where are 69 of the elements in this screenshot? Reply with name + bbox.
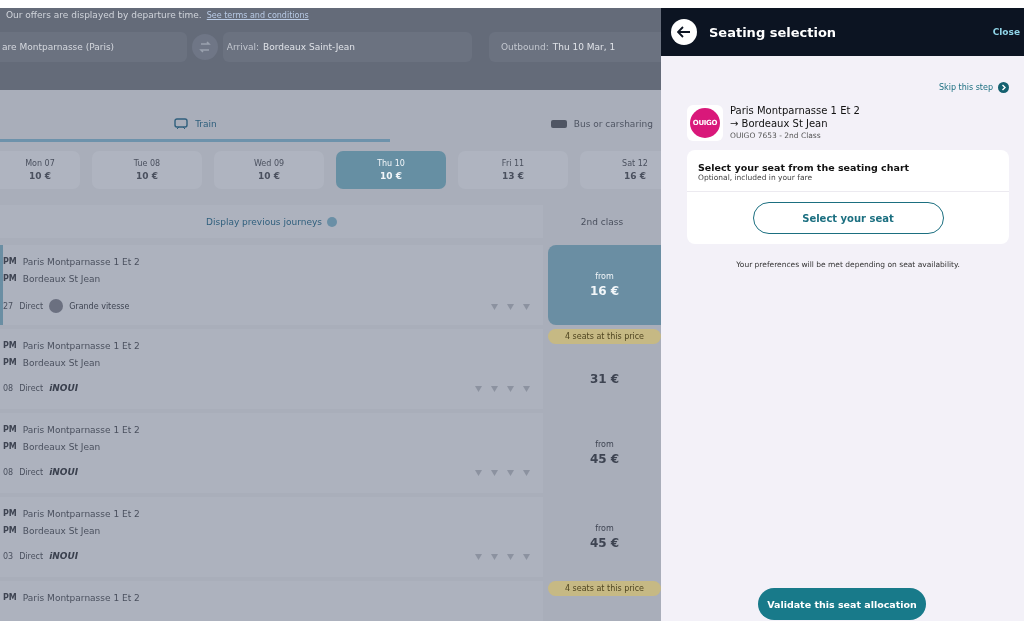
arrow-circle-icon[interactable] [998, 82, 1009, 93]
trip-destination: → Bordeaux St Jean [730, 118, 829, 129]
arrival-time: PM [3, 442, 17, 452]
date-card[interactable]: Tue 08 10 € [92, 151, 202, 189]
departure-time: PM [3, 425, 17, 435]
trip-origin: Paris Montparnasse 1 Et 2 [730, 105, 860, 116]
select-seat-button[interactable]: Select your seat [752, 202, 944, 234]
price-card[interactable]: from 45 € [548, 413, 661, 493]
class-header: 2nd class [579, 215, 625, 229]
seats-badge: 4 seats at this price [548, 329, 661, 344]
arrow-left-icon [677, 26, 691, 38]
arrival-station: Bordeaux St Jean [22, 358, 101, 368]
mode-tab[interactable]: Train [0, 109, 390, 142]
departure-station: Paris Montparnasse 1 Et 2 [22, 257, 140, 267]
duration-text: 08 [3, 383, 14, 393]
duration-text: 27 [3, 301, 14, 311]
direct-label: Direct [19, 301, 44, 311]
departure-time: PM [3, 593, 17, 603]
departure-time: PM [3, 509, 17, 519]
price-card[interactable]: 31 € [548, 348, 661, 409]
direct-label: Direct [19, 383, 44, 393]
journey-card[interactable]: PM Paris Montparnasse 1 Et 2 PM Bordeaux St Jean 27 Direct Grande vitesse [0, 245, 543, 325]
journey-card[interactable]: PM Paris Montparnasse 1 Et 2 PM Bordeaux St Jean 03 Direct iNOUI [0, 497, 543, 577]
date-card[interactable]: Fri 11 13 € [458, 151, 568, 189]
journey-card[interactable]: PM Paris Montparnasse 1 Et 2 [0, 581, 543, 621]
duration-text: 03 [3, 551, 14, 561]
departure-station: Paris Montparnasse 1 Et 2 [22, 509, 140, 519]
departure-station: Paris Montparnasse 1 Et 2 [22, 593, 140, 603]
departure-time: PM [3, 341, 17, 351]
terms-link[interactable]: See terms and conditions [206, 10, 309, 20]
price-card[interactable]: from 16 € [548, 245, 661, 325]
card-title: Select your seat from the seating chart [698, 162, 911, 173]
operator-icon [49, 299, 64, 313]
operator-logo: iNOUI [49, 383, 79, 393]
notice-text: Our offers are displayed by departure time. [6, 10, 202, 20]
arrival-station: Bordeaux St Jean [22, 274, 101, 284]
operator-logo: iNOUI [49, 551, 79, 561]
duration-text: 08 [3, 467, 14, 477]
train-icon [173, 118, 190, 130]
validate-button[interactable]: Validate this seat allocation [758, 588, 926, 620]
date-card[interactable]: Wed 09 10 € [214, 151, 324, 189]
journey-card[interactable]: PM Paris Montparnasse 1 Et 2 PM Bordeaux St Jean 08 Direct iNOUI [0, 329, 543, 409]
arrival-time: PM [3, 358, 17, 368]
departure-time: PM [3, 257, 17, 267]
date-card[interactable]: Sat 12 16 € [580, 151, 661, 189]
back-button[interactable] [671, 19, 697, 45]
previous-journeys-link[interactable]: Display previous journeys [0, 205, 543, 238]
operator-name: Grande vitesse [69, 301, 130, 311]
direct-label: Direct [19, 551, 44, 561]
date-card[interactable]: Mon 07 10 € [0, 151, 80, 189]
arrival-field[interactable]: Arrival: Bordeaux Saint-Jean [222, 32, 472, 62]
departure-station: Paris Montparnasse 1 Et 2 [22, 341, 140, 351]
journey-card[interactable]: PM Paris Montparnasse 1 Et 2 PM Bordeaux St Jean 08 Direct iNOUI [0, 413, 543, 493]
mode-tab[interactable]: Bus or carsharing [390, 109, 661, 142]
panel-title: Seating selection [709, 24, 838, 40]
date-card[interactable]: Thu 10 10 € [336, 151, 446, 189]
outbound-field[interactable]: Outbound: Thu 10 Mar, 1 [489, 32, 661, 62]
departure-field[interactable]: are Montparnasse (Paris) [0, 32, 187, 62]
arrival-time: PM [3, 274, 17, 284]
operator-logo: iNOUI [49, 467, 79, 477]
departure-station: Paris Montparnasse 1 Et 2 [22, 425, 140, 435]
price-card[interactable]: from 45 € [548, 497, 661, 577]
arrival-station: Bordeaux St Jean [22, 526, 101, 536]
direct-label: Direct [19, 467, 44, 477]
close-link[interactable]: Close [992, 27, 1020, 37]
skip-link[interactable]: Skip this step [939, 83, 993, 92]
seats-badge: 4 seats at this price [548, 581, 661, 596]
arrival-time: PM [3, 526, 17, 536]
arrival-station: Bordeaux St Jean [22, 442, 101, 452]
